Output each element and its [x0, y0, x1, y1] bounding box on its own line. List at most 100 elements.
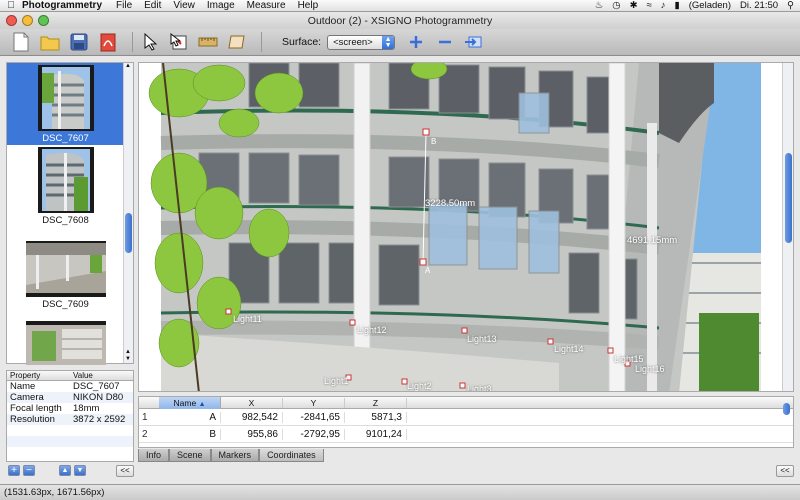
open-folder-button[interactable]: [39, 31, 61, 53]
zoom-in-button[interactable]: [405, 31, 427, 53]
add-image-button[interactable]: +: [8, 465, 20, 476]
floppy-icon: [70, 33, 88, 51]
property-row[interactable]: Resolution 3872 x 2592: [7, 414, 133, 425]
zoom-icon[interactable]: [38, 15, 49, 26]
close-icon[interactable]: [6, 15, 17, 26]
thumbnail-item[interactable]: DSC_7609: [7, 241, 124, 310]
properties-table: Property Value Name DSC_7607 Camera NIKON …: [6, 370, 134, 462]
image-viewer[interactable]: B A 3228.50mm 4691.15mm Light11 Light12 …: [138, 62, 794, 392]
cell-x[interactable]: 955,86: [221, 428, 283, 440]
viewer-scroll-knob[interactable]: [785, 153, 792, 243]
table-scroll-knob[interactable]: [783, 403, 790, 415]
app-menu[interactable]: Photogrammetry: [22, 0, 102, 11]
viewer-scrollbar[interactable]: [782, 63, 793, 391]
battery-icon[interactable]: ▮: [675, 0, 680, 11]
battery-status[interactable]: (Geladen): [689, 0, 731, 11]
plus-icon: [410, 36, 423, 48]
cell-z[interactable]: 5871,3: [345, 411, 407, 423]
volume-icon[interactable]: ♪: [661, 0, 666, 11]
export-pdf-button[interactable]: [97, 31, 119, 53]
property-row[interactable]: Camera NIKON D80: [7, 392, 133, 403]
menu-measure[interactable]: Measure: [247, 0, 286, 11]
header-name-label: Name: [173, 397, 197, 408]
row-index: 2: [142, 428, 148, 440]
menu-clock[interactable]: Di. 21:50: [740, 0, 778, 11]
surface-select[interactable]: <screen> ▲ ▼: [327, 34, 396, 50]
thumbnail-scrollbar[interactable]: ▲ ▲ ▼: [123, 63, 133, 363]
header-x[interactable]: X: [221, 397, 283, 408]
header-value[interactable]: Value: [70, 371, 133, 380]
tab-markers[interactable]: Markers: [210, 449, 260, 462]
folder-icon: [40, 36, 60, 50]
header-property[interactable]: Property: [7, 371, 70, 380]
menu-image[interactable]: Image: [207, 0, 235, 11]
header-z[interactable]: Z: [345, 397, 407, 408]
minimize-icon[interactable]: [22, 15, 33, 26]
cell-name[interactable]: A: [159, 411, 221, 423]
menu-help[interactable]: Help: [298, 0, 319, 11]
select-tool-button[interactable]: [139, 31, 161, 53]
property-row[interactable]: [7, 436, 133, 447]
bluetooth-icon[interactable]: ✱: [630, 0, 638, 11]
thumbnail-scroll-knob[interactable]: [125, 213, 132, 253]
cell-z[interactable]: 9101,24: [345, 428, 407, 440]
fit-view-button[interactable]: [463, 31, 485, 53]
toolbar: Surface: <screen> ▲ ▼: [0, 29, 800, 56]
thumbnail-item[interactable]: [7, 321, 124, 365]
property-value: DSC_7607: [73, 381, 120, 392]
scroll-up-icon[interactable]: ▲: [125, 63, 131, 69]
new-document-button[interactable]: [10, 31, 32, 53]
remove-image-button[interactable]: −: [23, 465, 35, 476]
wifi-icon[interactable]: ≈: [647, 0, 652, 11]
thumbnail-item[interactable]: DSC_7607: [7, 65, 124, 144]
table-header: Name ▲ X Y Z: [139, 396, 793, 409]
collapse-left-button[interactable]: <<: [116, 465, 134, 477]
bottom-tabs: Info Scene Markers Coordinates: [138, 449, 324, 462]
property-row[interactable]: [7, 425, 133, 436]
cell-name[interactable]: B: [159, 428, 221, 440]
zoom-out-button[interactable]: [434, 31, 456, 53]
collapse-right-button[interactable]: <<: [776, 465, 794, 477]
move-down-button[interactable]: ▼: [74, 465, 86, 476]
header-name[interactable]: Name ▲: [159, 396, 221, 409]
table-row[interactable]: 1 A 982,542 -2841,65 5871,3: [139, 409, 793, 426]
menu-view[interactable]: View: [173, 0, 195, 11]
property-key: Camera: [10, 392, 44, 403]
property-row[interactable]: Name DSC_7607: [7, 381, 133, 392]
apple-icon[interactable]: : [0, 0, 22, 11]
tab-scene[interactable]: Scene: [169, 449, 211, 462]
move-up-button[interactable]: ▲: [59, 465, 71, 476]
menu-edit[interactable]: Edit: [144, 0, 161, 11]
save-button[interactable]: [68, 31, 90, 53]
marker-tool-button[interactable]: [168, 31, 190, 53]
scroll-down-icon[interactable]: ▼: [125, 356, 131, 362]
tab-coordinates[interactable]: Coordinates: [259, 449, 324, 462]
table-scrollbar[interactable]: [783, 401, 791, 445]
property-value: 3872 x 2592: [73, 414, 126, 425]
pdf-icon: [100, 33, 116, 51]
menu-bar:  Photogrammetry File Edit View Image Me…: [0, 0, 800, 12]
menu-file[interactable]: File: [116, 0, 132, 11]
marker-label: Light16: [635, 364, 665, 374]
property-row[interactable]: Focal length 18mm: [7, 403, 133, 414]
table-row[interactable]: 2 B 955,86 -2792,95 9101,24: [139, 426, 793, 443]
thumbnail-item[interactable]: DSC_7608: [7, 147, 124, 226]
thumbnail-label: DSC_7609: [42, 299, 89, 310]
scroll-up-icon[interactable]: ▲: [125, 349, 131, 355]
measure-tool-button[interactable]: [197, 31, 219, 53]
header-y[interactable]: Y: [283, 397, 345, 408]
flame-icon[interactable]: ♨: [595, 0, 604, 11]
spotlight-icon[interactable]: ⚲: [787, 0, 794, 11]
tab-info[interactable]: Info: [138, 449, 170, 462]
photo-canvas[interactable]: [139, 63, 783, 392]
cell-x[interactable]: 982,542: [221, 411, 283, 423]
plane-tool-button[interactable]: [226, 31, 248, 53]
minus-icon: [439, 40, 452, 44]
toolbar-separator: [261, 32, 262, 52]
cell-y[interactable]: -2841,65: [283, 411, 345, 423]
ruler-icon: [198, 37, 218, 47]
cell-y[interactable]: -2792,95: [283, 428, 345, 440]
property-value: 18mm: [73, 403, 100, 414]
clock-icon[interactable]: ◷: [612, 0, 620, 11]
